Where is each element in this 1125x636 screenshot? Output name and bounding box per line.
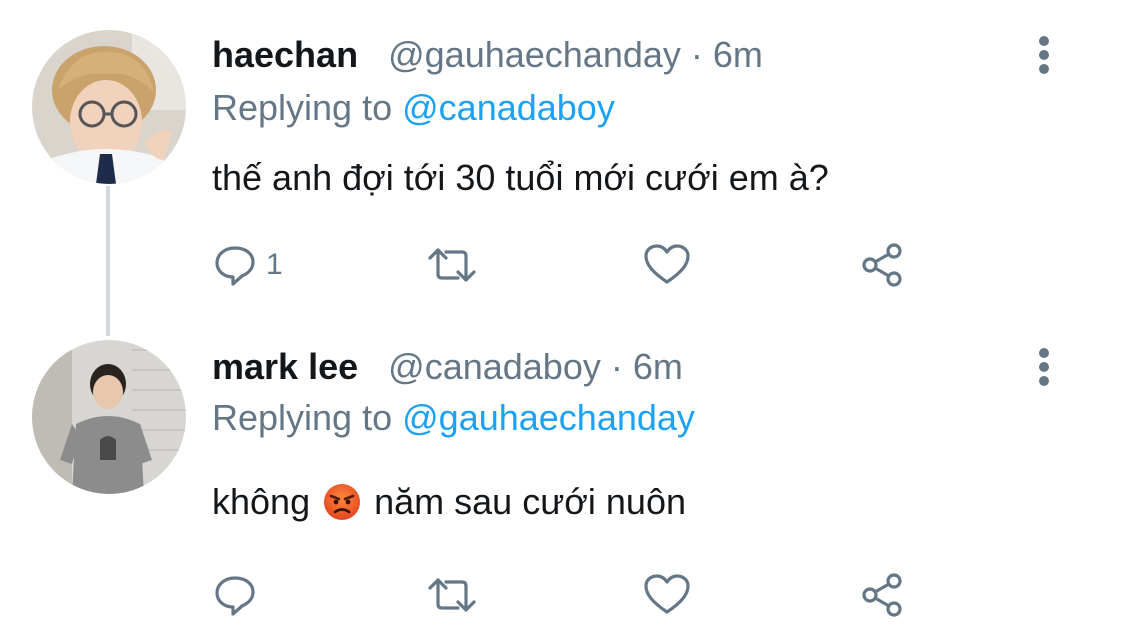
- tweet-text-part-2: năm sau cưới nuôn: [374, 481, 686, 522]
- replying-to-line: Replying to @gauhaechanday: [212, 396, 695, 440]
- reply-icon: [215, 576, 255, 616]
- tweet-text: thế anh đợi tới 30 tuổi mới cưới em à?: [212, 157, 829, 198]
- separator-dot: ·: [610, 346, 633, 387]
- tweet-mark-lee[interactable]: mark lee @canadaboy · 6m Replying to @ga…: [0, 330, 1125, 636]
- separator-dot: ·: [690, 34, 713, 75]
- display-name[interactable]: haechan: [212, 34, 358, 75]
- tweet-actions: 1: [212, 240, 932, 290]
- replying-to-label: Replying to: [212, 397, 393, 438]
- like-button[interactable]: [642, 570, 692, 620]
- avatar-mark-lee[interactable]: [32, 340, 186, 494]
- reply-count: 1: [266, 248, 283, 281]
- retweet-button[interactable]: [424, 570, 480, 620]
- reply-button[interactable]: 1: [212, 240, 283, 290]
- share-button[interactable]: [860, 240, 908, 290]
- like-button[interactable]: [642, 240, 692, 290]
- reply-icon: [215, 246, 255, 286]
- avatar-haechan-image: [32, 30, 186, 184]
- angry-face-emoji-icon: [324, 484, 361, 520]
- tweet-timestamp[interactable]: 6m: [633, 346, 683, 387]
- retweet-icon: [428, 578, 476, 612]
- share-button[interactable]: [860, 570, 908, 620]
- more-options-icon[interactable]: [1030, 33, 1058, 77]
- retweet-button[interactable]: [424, 240, 480, 290]
- thread-connector-line: [106, 186, 110, 336]
- username-handle[interactable]: @canadaboy: [388, 346, 601, 387]
- more-options-icon[interactable]: [1030, 345, 1058, 389]
- share-icon: [862, 243, 902, 287]
- tweet-header: haechan @gauhaechanday · 6m: [212, 33, 763, 77]
- avatar-haechan[interactable]: [32, 30, 186, 184]
- heart-icon: [644, 574, 690, 614]
- tweet-header: mark lee @canadaboy · 6m: [212, 345, 683, 389]
- display-name[interactable]: mark lee: [212, 346, 358, 387]
- tweet-text: không năm sau cưới nuôn: [212, 480, 686, 524]
- replying-to-handle-link[interactable]: @gauhaechanday: [402, 397, 695, 438]
- tweet-text-part-1: không: [212, 481, 311, 522]
- replying-to-label: Replying to: [212, 87, 393, 128]
- replying-to-line: Replying to @canadaboy: [212, 86, 615, 130]
- replying-to-handle-link[interactable]: @canadaboy: [402, 87, 615, 128]
- reply-button[interactable]: [212, 570, 258, 620]
- tweet-haechan[interactable]: haechan @gauhaechanday · 6m Replying to …: [0, 0, 1125, 336]
- tweet-actions: [212, 570, 932, 620]
- heart-icon: [644, 244, 690, 284]
- tweet-timestamp[interactable]: 6m: [713, 34, 763, 75]
- retweet-icon: [428, 248, 476, 282]
- share-icon: [862, 573, 902, 617]
- username-handle[interactable]: @gauhaechanday: [388, 34, 681, 75]
- avatar-mark-lee-image: [32, 340, 186, 494]
